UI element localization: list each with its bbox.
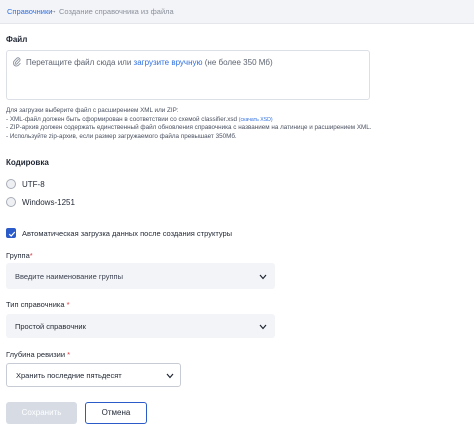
help-line-xml-text: - XML-файл должен быть сформирован в соо… <box>6 115 237 123</box>
breadcrumb-current: Создание справочника из файла <box>59 7 174 16</box>
required-mark: * <box>29 251 33 260</box>
revision-depth-select[interactable]: Хранить последние пятьдесят <box>6 363 181 387</box>
file-section-title: Файл <box>6 35 28 44</box>
upload-manually-link[interactable]: загрузите вручную <box>134 58 203 67</box>
auto-load-label: Автоматическая загрузка данных после соз… <box>22 229 233 238</box>
save-button[interactable]: Сохранить <box>6 402 77 424</box>
directory-type-label-text: Тип справочника <box>6 300 65 309</box>
help-intro: Для загрузки выберите файл с расширением… <box>6 107 179 114</box>
radio-utf8[interactable] <box>6 179 16 189</box>
file-dropzone[interactable]: Перетащите файл сюда или загрузите вручн… <box>6 50 370 100</box>
directory-type-select[interactable]: Простой справочник <box>6 314 275 338</box>
group-label-text: Группа <box>6 251 30 260</box>
cancel-button[interactable]: Отмена <box>85 402 147 424</box>
group-select[interactable]: Введите наименование группы <box>6 263 275 289</box>
dropzone-instruction: Перетащите файл сюда или <box>26 58 132 67</box>
chevron-down-icon <box>259 323 267 332</box>
paperclip-icon <box>12 57 21 69</box>
revision-depth-label-text: Глубина ревизии <box>6 350 66 359</box>
revision-depth-label: Глубина ревизии * <box>6 350 70 359</box>
auto-load-checkbox[interactable] <box>6 228 16 238</box>
revision-depth-value: Хранить последние пятьдесят <box>16 371 122 380</box>
breadcrumb: Справочники → Создание справочника из фа… <box>0 0 474 24</box>
radio-windows-1251-label: Windows-1251 <box>22 198 75 207</box>
breadcrumb-link-directories[interactable]: Справочники <box>7 7 52 16</box>
dropzone-text: Перетащите файл сюда или загрузите вручн… <box>26 58 273 67</box>
group-select-placeholder: Введите наименование группы <box>15 272 123 281</box>
upload-help-text: Для загрузки выберите файл с расширением… <box>6 107 372 141</box>
download-xsd-link[interactable]: (скачать XSD) <box>239 117 273 123</box>
help-line-zip: - ZIP-архив должен содержать единственны… <box>6 124 372 132</box>
directory-type-label: Тип справочника * <box>6 300 70 309</box>
breadcrumb-arrow-icon: → <box>49 6 57 15</box>
required-mark: * <box>67 350 71 359</box>
checkmark-icon <box>8 231 16 237</box>
required-mark: * <box>66 300 70 309</box>
chevron-down-icon <box>259 273 267 282</box>
encoding-title: Кодировка <box>6 158 49 167</box>
group-label: Группа* <box>6 251 33 260</box>
directory-type-value: Простой справочник <box>15 322 86 331</box>
help-line-size: - Используйте zip-архив, если размер заг… <box>6 132 237 140</box>
radio-windows-1251[interactable] <box>6 197 16 207</box>
dropzone-size-note: (не более 350 Мб) <box>204 58 273 67</box>
help-line-xml: - XML-файл должен быть сформирован в соо… <box>6 116 372 125</box>
chevron-down-icon <box>166 372 174 381</box>
radio-utf8-label: UTF-8 <box>22 180 45 189</box>
